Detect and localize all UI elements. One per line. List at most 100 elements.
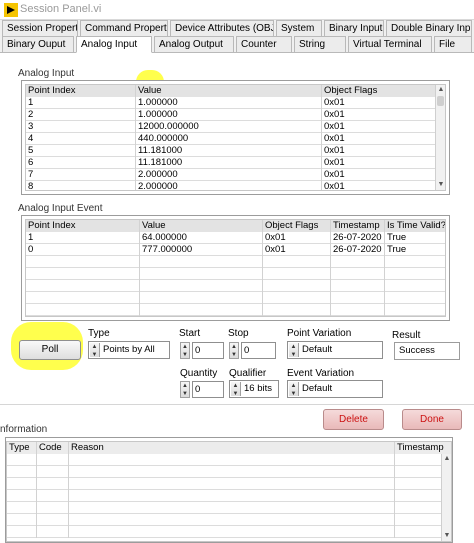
stop-value[interactable]: 0 <box>241 342 276 359</box>
quantity-value[interactable]: 0 <box>192 381 224 398</box>
increment-arrows-icon[interactable]: ▲ ▼ <box>229 342 239 359</box>
type-dropdown[interactable]: ▲ ▼ Points by All <box>88 341 170 359</box>
table-row[interactable] <box>7 526 451 538</box>
table-row[interactable]: 0 777.000000 0x01 26-07-2020 0 True <box>26 244 445 256</box>
type-value: Points by All <box>103 344 155 355</box>
analog-input-table[interactable]: Point Index Value Object Flags 1 1.000000… <box>21 80 450 195</box>
stop-numeric[interactable]: ▲ ▼ 0 <box>229 342 276 359</box>
table-cell <box>140 280 263 292</box>
tab-binary-input[interactable]: Binary Input <box>324 20 384 36</box>
table-cell: 1.000000 <box>136 109 322 121</box>
point-variation-dropdown[interactable]: ▲ ▼ Default <box>287 341 383 359</box>
tab-file[interactable]: File <box>434 36 472 52</box>
table-row[interactable] <box>26 280 445 292</box>
ring-arrows-icon[interactable]: ▲ ▼ <box>289 382 299 397</box>
event-variation-dropdown[interactable]: ▲ ▼ Default <box>287 380 383 398</box>
tab-analog-output[interactable]: Analog Output <box>154 36 234 52</box>
table-row[interactable] <box>7 502 451 514</box>
done-button[interactable]: Done <box>402 409 462 430</box>
table-row[interactable] <box>7 514 451 526</box>
table-cell: 3 <box>26 121 136 133</box>
ring-arrows-icon[interactable]: ▲ ▼ <box>231 382 241 397</box>
table-row[interactable] <box>26 256 445 268</box>
column-header: Point Index <box>26 85 136 97</box>
quantity-label: Quantity <box>180 368 218 379</box>
qualifier-dropdown[interactable]: ▲ ▼ 16 bits <box>229 380 279 398</box>
table-cell <box>7 466 37 478</box>
start-value[interactable]: 0 <box>192 342 224 359</box>
table-row[interactable]: 1 64.000000 0x01 26-07-2020 0 True <box>26 232 445 244</box>
information-table[interactable]: Type Code Reason Timestamp ▲ ▼ <box>5 437 453 543</box>
tab-counter[interactable]: Counter <box>236 36 292 52</box>
table-cell <box>26 256 140 268</box>
vertical-scrollbar[interactable]: ▲ ▼ <box>441 454 451 541</box>
scroll-down-icon[interactable]: ▼ <box>436 180 445 190</box>
start-numeric[interactable]: ▲ ▼ 0 <box>180 342 224 359</box>
table-row[interactable]: 1 1.000000 0x01 <box>26 97 445 109</box>
increment-arrows-icon[interactable]: ▲ ▼ <box>180 381 190 398</box>
poll-button[interactable]: Poll <box>19 340 81 360</box>
tab-command-property[interactable]: Command Property <box>80 20 168 36</box>
column-header: Value <box>136 85 322 97</box>
table-cell <box>263 304 331 316</box>
table-cell: 2 <box>26 109 136 121</box>
scroll-up-icon[interactable]: ▲ <box>436 85 445 95</box>
table-cell: 2.000000 <box>136 181 322 190</box>
ring-arrows-icon[interactable]: ▲ ▼ <box>289 343 299 358</box>
table-row[interactable]: 4 440.000000 0x01 <box>26 133 445 145</box>
table-row[interactable] <box>26 268 445 280</box>
table-row[interactable] <box>7 466 451 478</box>
scroll-thumb[interactable] <box>437 96 444 106</box>
table-header: Point Index Value Object Flags Timestamp… <box>26 220 445 232</box>
increment-arrows-icon[interactable]: ▲ ▼ <box>180 342 190 359</box>
qualifier-value: 16 bits <box>244 383 272 394</box>
table-cell <box>69 454 395 466</box>
table-row[interactable]: 2 1.000000 0x01 <box>26 109 445 121</box>
table-cell: 0x01 <box>324 157 345 168</box>
table-row[interactable]: 6 11.181000 0x01 <box>26 157 445 169</box>
tab-device-attributes[interactable]: Device Attributes (OBJ0) <box>170 20 274 36</box>
column-header: Object Flags <box>263 220 331 232</box>
table-row[interactable]: 7 2.000000 0x01 <box>26 169 445 181</box>
table-row[interactable] <box>7 454 451 466</box>
table-row[interactable] <box>7 490 451 502</box>
table-cell: 1.000000 <box>136 97 322 109</box>
column-header: Object Flags <box>324 85 378 96</box>
quantity-numeric[interactable]: ▲ ▼ 0 <box>180 381 224 398</box>
delete-button[interactable]: Delete <box>323 409 384 430</box>
analog-input-label: Analog Input <box>18 68 75 79</box>
tab-session-property[interactable]: Session Property <box>2 20 78 36</box>
table-cell <box>331 268 385 280</box>
scroll-down-icon[interactable]: ▼ <box>442 531 451 541</box>
stop-label: Stop <box>228 328 249 339</box>
vertical-scrollbar[interactable]: ▲ ▼ <box>435 85 445 190</box>
table-row[interactable] <box>7 478 451 490</box>
table-cell <box>331 304 385 316</box>
tab-string[interactable]: String <box>294 36 346 52</box>
scroll-up-icon[interactable]: ▲ <box>442 454 451 464</box>
tab-double-binary-input[interactable]: Double Binary Input <box>386 20 472 36</box>
column-header: Point Index <box>26 220 140 232</box>
table-row[interactable]: 8 2.000000 0x01 <box>26 181 445 190</box>
table-cell: 0x01 <box>263 232 331 244</box>
table-row[interactable] <box>26 292 445 304</box>
table-cell: 4 <box>26 133 136 145</box>
table-row[interactable]: 5 11.181000 0x01 <box>26 145 445 157</box>
tab-system[interactable]: System <box>276 20 322 36</box>
tab-virtual-terminal[interactable]: Virtual Terminal <box>348 36 432 52</box>
table-cell <box>385 256 445 268</box>
result-indicator: Success <box>394 342 460 360</box>
table-cell <box>263 256 331 268</box>
labview-vi-icon <box>4 3 18 17</box>
table-row[interactable]: 3 12000.000000 0x01 <box>26 121 445 133</box>
table-cell <box>37 502 69 514</box>
window-title: Session Panel.vi <box>20 3 102 15</box>
information-label: nformation <box>0 424 48 435</box>
tab-analog-input[interactable]: Analog Input <box>76 36 152 53</box>
event-variation-label: Event Variation <box>287 368 355 379</box>
table-cell <box>331 256 385 268</box>
analog-input-event-table[interactable]: Point Index Value Object Flags Timestamp… <box>21 215 450 321</box>
tab-binary-output[interactable]: Binary Ouput <box>2 36 74 52</box>
ring-arrows-icon[interactable]: ▲ ▼ <box>90 343 100 358</box>
table-row[interactable] <box>26 304 445 316</box>
